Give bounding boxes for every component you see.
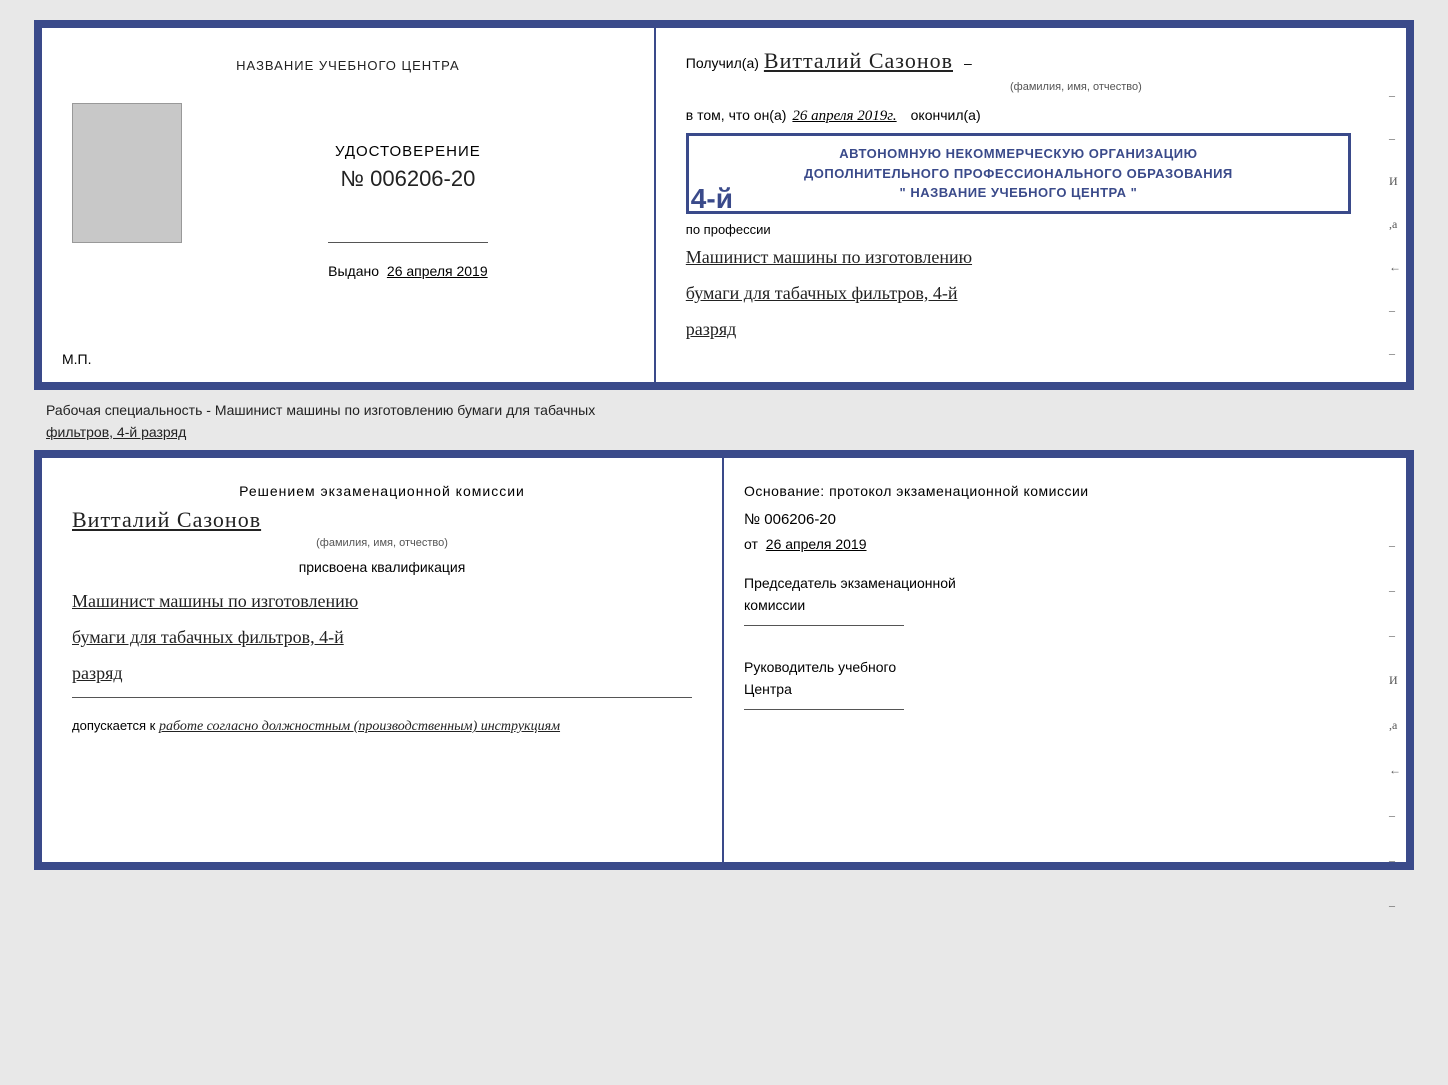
stamp-line3: " НАЗВАНИЕ УЧЕБНОГО ЦЕНТРА " bbox=[701, 183, 1336, 203]
fio-hint-bottom: (фамилия, имя, отчество) bbox=[316, 537, 448, 549]
okonchil-text: окончил(а) bbox=[911, 107, 981, 123]
stamp-line1: АВТОНОМНУЮ НЕКОММЕРЧЕСКУЮ ОРГАНИЗАЦИЮ bbox=[701, 144, 1336, 164]
stamp-line2: ДОПОЛНИТЕЛЬНОГО ПРОФЕССИОНАЛЬНОГО ОБРАЗО… bbox=[701, 164, 1336, 184]
photo-placeholder bbox=[72, 103, 182, 243]
resheniem-title: Решением экзаменационной комиссии bbox=[72, 483, 692, 499]
osnovanie-text: Основание: протокол экзаменационной коми… bbox=[744, 483, 1386, 499]
caption-block: Рабочая специальность - Машинист машины … bbox=[34, 398, 1414, 450]
cert-school-name-label: НАЗВАНИЕ УЧЕБНОГО ЦЕНТРА bbox=[236, 58, 459, 73]
udostoverenie-title: УДОСТОВЕРЕНИЕ bbox=[335, 143, 481, 160]
vydano-line: Выдано 26 апреля 2019 bbox=[328, 263, 488, 279]
po-professii-label: по профессии bbox=[686, 222, 1386, 237]
ot-date: 26 апреля 2019 bbox=[766, 536, 867, 552]
bottom-cert-right: Основание: протокол экзаменационной коми… bbox=[724, 458, 1406, 862]
udostoverenie-number: № 006206-20 bbox=[335, 166, 481, 192]
dopuskaetsya-label: допускается к bbox=[72, 718, 155, 733]
ot-line: от 26 апреля 2019 bbox=[744, 536, 1386, 552]
fio-hint-top: (фамилия, имя, отчество) bbox=[1010, 81, 1142, 93]
predsedatel-block: Председатель экзаменационной комиссии bbox=[744, 572, 1386, 626]
prisvoena-text: присвоена квалификация bbox=[72, 559, 692, 575]
bottom-cert-left: Решением экзаменационной комиссии Виттал… bbox=[42, 458, 724, 862]
mp-label: М.П. bbox=[62, 351, 92, 367]
rukovoditel-line2: Центра bbox=[744, 678, 1386, 700]
qual-line2: бумаги для табачных фильтров, 4-й bbox=[72, 619, 692, 655]
qual-line1: Машинист машины по изготовлению bbox=[72, 583, 692, 619]
dash-after-name: – bbox=[964, 55, 972, 71]
protocol-number: № 006206-20 bbox=[744, 511, 1386, 528]
poluchil-line: Получил(а) Витталий Сазонов – bbox=[686, 48, 1386, 74]
stamp-block: АВТОНОМНУЮ НЕКОММЕРЧЕСКУЮ ОРГАНИЗАЦИЮ ДО… bbox=[686, 133, 1351, 214]
rukovoditel-line1: Руководитель учебного bbox=[744, 656, 1386, 678]
rukovoditel-block: Руководитель учебного Центра bbox=[744, 656, 1386, 710]
ot-label: от bbox=[744, 536, 758, 552]
cert-left-page: НАЗВАНИЕ УЧЕБНОГО ЦЕНТРА УДОСТОВЕРЕНИЕ №… bbox=[42, 28, 656, 382]
bottom-name: Витталий Сазонов bbox=[72, 507, 261, 532]
top-certificate: НАЗВАНИЕ УЧЕБНОГО ЦЕНТРА УДОСТОВЕРЕНИЕ №… bbox=[34, 20, 1414, 390]
profession-line1: Машинист машины по изготовлению bbox=[686, 241, 1386, 273]
vtom-prefix: в том, что он(а) bbox=[686, 107, 787, 123]
caption-line1: Рабочая специальность - Машинист машины … bbox=[42, 402, 1406, 418]
right-dashes: – – И ,а ← – – bbox=[1389, 88, 1401, 361]
cert-right-page: Получил(а) Витталий Сазонов – (фамилия, … bbox=[656, 28, 1406, 382]
protocol-number-text: № 006206-20 bbox=[744, 511, 836, 528]
qual-line3: разряд bbox=[72, 655, 692, 691]
vtom-date: 26 апреля 2019г. bbox=[792, 108, 896, 125]
profession-line3: разряд bbox=[686, 313, 1386, 345]
recipient-name: Витталий Сазонов bbox=[764, 48, 953, 74]
vtom-line: в том, что он(а) 26 апреля 2019г. окончи… bbox=[686, 107, 1386, 125]
predsedatel-line2: комиссии bbox=[744, 594, 1386, 616]
right-dashes-bottom: – – – И ,а ← – – – bbox=[1389, 538, 1401, 913]
predsedatel-line1: Председатель экзаменационной bbox=[744, 572, 1386, 594]
dopusk-text: работе согласно должностным (производств… bbox=[159, 719, 560, 734]
vydano-date: 26 апреля 2019 bbox=[387, 263, 488, 279]
name-block: Витталий Сазонов (фамилия, имя, отчество… bbox=[72, 507, 692, 551]
poluchil-prefix: Получил(а) bbox=[686, 55, 759, 71]
caption-line2: фильтров, 4-й разряд bbox=[42, 424, 1406, 440]
big-number: 4-й bbox=[691, 183, 733, 215]
bottom-certificate: Решением экзаменационной комиссии Виттал… bbox=[34, 450, 1414, 870]
dopuskaetsya-block: допускается к работе согласно должностны… bbox=[72, 718, 692, 735]
profession-line2: бумаги для табачных фильтров, 4-й bbox=[686, 277, 1386, 309]
vydano-label: Выдано bbox=[328, 263, 379, 279]
